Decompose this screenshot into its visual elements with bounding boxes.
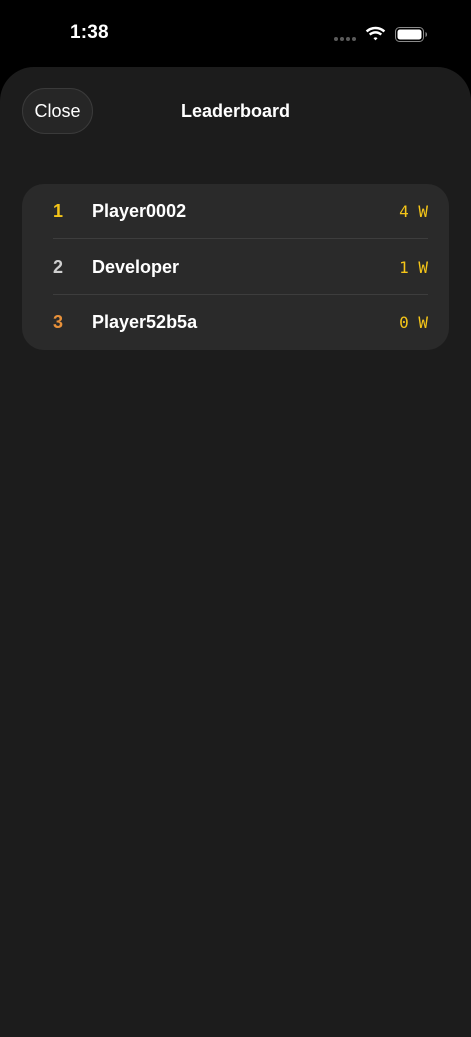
player-name: Player0002 <box>92 201 187 221</box>
page-title: Leaderboard <box>180 101 291 121</box>
rank-number: 3 <box>53 312 64 332</box>
status-bar: 1:38 <box>0 0 471 66</box>
wifi-icon <box>365 26 386 41</box>
wins-count: 1 W <box>399 258 428 277</box>
row-divider <box>53 238 428 239</box>
player-name: Player52b5a <box>92 312 198 332</box>
rank-number: 2 <box>53 257 64 277</box>
player-name: Developer <box>92 257 180 277</box>
leaderboard-row[interactable]: 3 Player52b5a 0 W <box>22 295 449 350</box>
wins-count: 4 W <box>399 202 428 221</box>
leaderboard-row[interactable]: 2 Developer 1 W <box>22 240 449 295</box>
status-time: 1:38 <box>70 22 109 43</box>
battery-icon <box>395 27 427 42</box>
cellular-signal-icon <box>334 37 356 41</box>
leaderboard-sheet: Close Leaderboard 1 Player0002 4 W 2 Dev… <box>0 67 471 1037</box>
leaderboard-row[interactable]: 1 Player0002 4 W <box>22 184 449 239</box>
dynamic-island <box>168 15 302 55</box>
wins-count: 0 W <box>399 313 428 332</box>
leaderboard-list: 1 Player0002 4 W 2 Developer 1 W 3 Playe… <box>22 184 449 350</box>
rank-number: 1 <box>53 201 64 221</box>
